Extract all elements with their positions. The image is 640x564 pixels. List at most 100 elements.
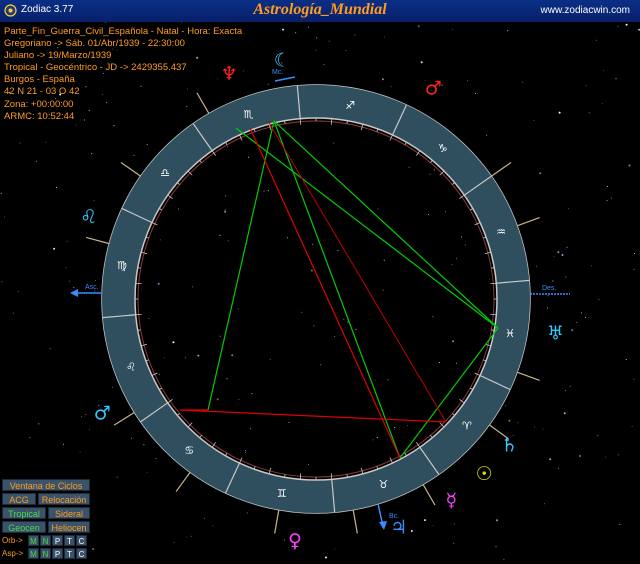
star (565, 389, 567, 391)
star (549, 458, 552, 461)
star (354, 34, 356, 36)
star (325, 556, 327, 559)
planet-glyph-mars[interactable]: ♂ (94, 403, 111, 425)
star (420, 61, 423, 64)
star (66, 241, 68, 242)
star (242, 70, 244, 72)
heliocentric-button[interactable]: Heliocen (48, 521, 90, 533)
sidereal-button[interactable]: Sideral (48, 507, 90, 519)
star (547, 295, 549, 297)
asp-button-p[interactable]: P (52, 548, 63, 559)
star (45, 141, 47, 143)
degree-tick (177, 413, 180, 416)
sign-glyph-libra: ♎ (160, 166, 170, 179)
planet-glyph-leo-planet[interactable]: ♌ (80, 206, 97, 228)
sign-glyph-virgo: ♍ (117, 259, 127, 272)
planet-glyph-mercury[interactable]: ☿ (445, 490, 457, 512)
planet-glyph-jupiter[interactable]: ♃ (390, 516, 407, 538)
aspect-line-red (267, 120, 447, 423)
star (451, 264, 453, 266)
star (146, 144, 148, 145)
star (307, 464, 309, 465)
aspect-line-green (207, 120, 275, 411)
zodiac-ring-band (102, 85, 530, 513)
star (486, 134, 488, 136)
star (323, 64, 325, 66)
planet-glyph-mars-2[interactable]: ♂ (425, 77, 442, 99)
orb-button-t[interactable]: T (64, 535, 75, 546)
star (310, 269, 313, 272)
star (517, 422, 519, 424)
asp-button-n[interactable]: N (40, 548, 51, 559)
orb-button-p[interactable]: P (52, 535, 63, 546)
house-cusp (274, 509, 280, 534)
star (453, 542, 455, 544)
orb-button-n[interactable]: N (40, 535, 51, 546)
star (269, 358, 271, 360)
star (384, 36, 385, 38)
degree-tick (346, 120, 348, 124)
star (423, 519, 426, 522)
star (337, 250, 339, 251)
orb-button-m[interactable]: M (28, 535, 39, 546)
star (417, 25, 420, 28)
star (224, 210, 227, 213)
star (88, 429, 90, 430)
relocation-button[interactable]: Relocación (38, 493, 90, 505)
star (585, 85, 587, 86)
star (227, 146, 229, 148)
star (445, 211, 446, 213)
degree-tick (199, 435, 202, 438)
star (4, 216, 5, 218)
degree-tick (211, 150, 216, 156)
degree-tick (430, 160, 433, 163)
star (159, 239, 161, 241)
orb-button-c[interactable]: C (76, 535, 87, 546)
star (295, 32, 297, 34)
degree-tick (491, 267, 495, 269)
star (387, 379, 389, 381)
star (552, 280, 554, 282)
star (579, 455, 581, 457)
star (606, 200, 608, 202)
info-line-event: Parte_Fin_Guerra_Civil_Española - Natal … (4, 26, 243, 37)
asp-label: Asp-> (2, 549, 24, 558)
tropical-button[interactable]: Tropical (2, 507, 46, 519)
degree-tick (167, 399, 173, 404)
planet-glyph-moon[interactable]: ☾ (274, 49, 291, 71)
star (557, 251, 560, 254)
star (91, 153, 93, 155)
star (343, 318, 345, 320)
star (475, 92, 476, 94)
star (313, 325, 315, 327)
star (251, 393, 253, 395)
acg-button[interactable]: ACG (2, 493, 36, 505)
aspect-line-red (179, 409, 447, 423)
star (376, 436, 378, 438)
planet-glyph-sun[interactable]: ☉ (476, 463, 493, 485)
star (625, 23, 628, 26)
asp-button-t[interactable]: T (64, 548, 75, 559)
planet-glyph-venus[interactable]: ♀ (288, 530, 302, 552)
star (394, 427, 396, 428)
asp-button-c[interactable]: C (76, 548, 87, 559)
star (542, 428, 544, 430)
star (29, 437, 31, 439)
planet-glyph-uranus[interactable]: ♅ (547, 323, 564, 345)
cycles-window-button[interactable]: Ventana de Ciclos (2, 479, 90, 491)
asp-button-m[interactable]: M (28, 548, 39, 559)
sign-glyph-leo: ♌ (126, 360, 136, 373)
star (597, 435, 599, 437)
des-axis: Des. (530, 285, 570, 295)
star (377, 208, 379, 210)
star (185, 357, 186, 359)
sign-glyph-gemini: ♊ (277, 487, 287, 500)
star (547, 307, 549, 309)
degree-tick (177, 182, 180, 185)
star (507, 30, 509, 32)
planet-glyph-saturn[interactable]: ♄ (501, 435, 518, 457)
geocentric-button[interactable]: Geocen (2, 521, 46, 533)
website-url[interactable]: www.zodiacwin.com (541, 5, 630, 16)
info-line-zone: Zona: +00:00:00 (4, 98, 74, 110)
degree-tick (491, 329, 495, 331)
